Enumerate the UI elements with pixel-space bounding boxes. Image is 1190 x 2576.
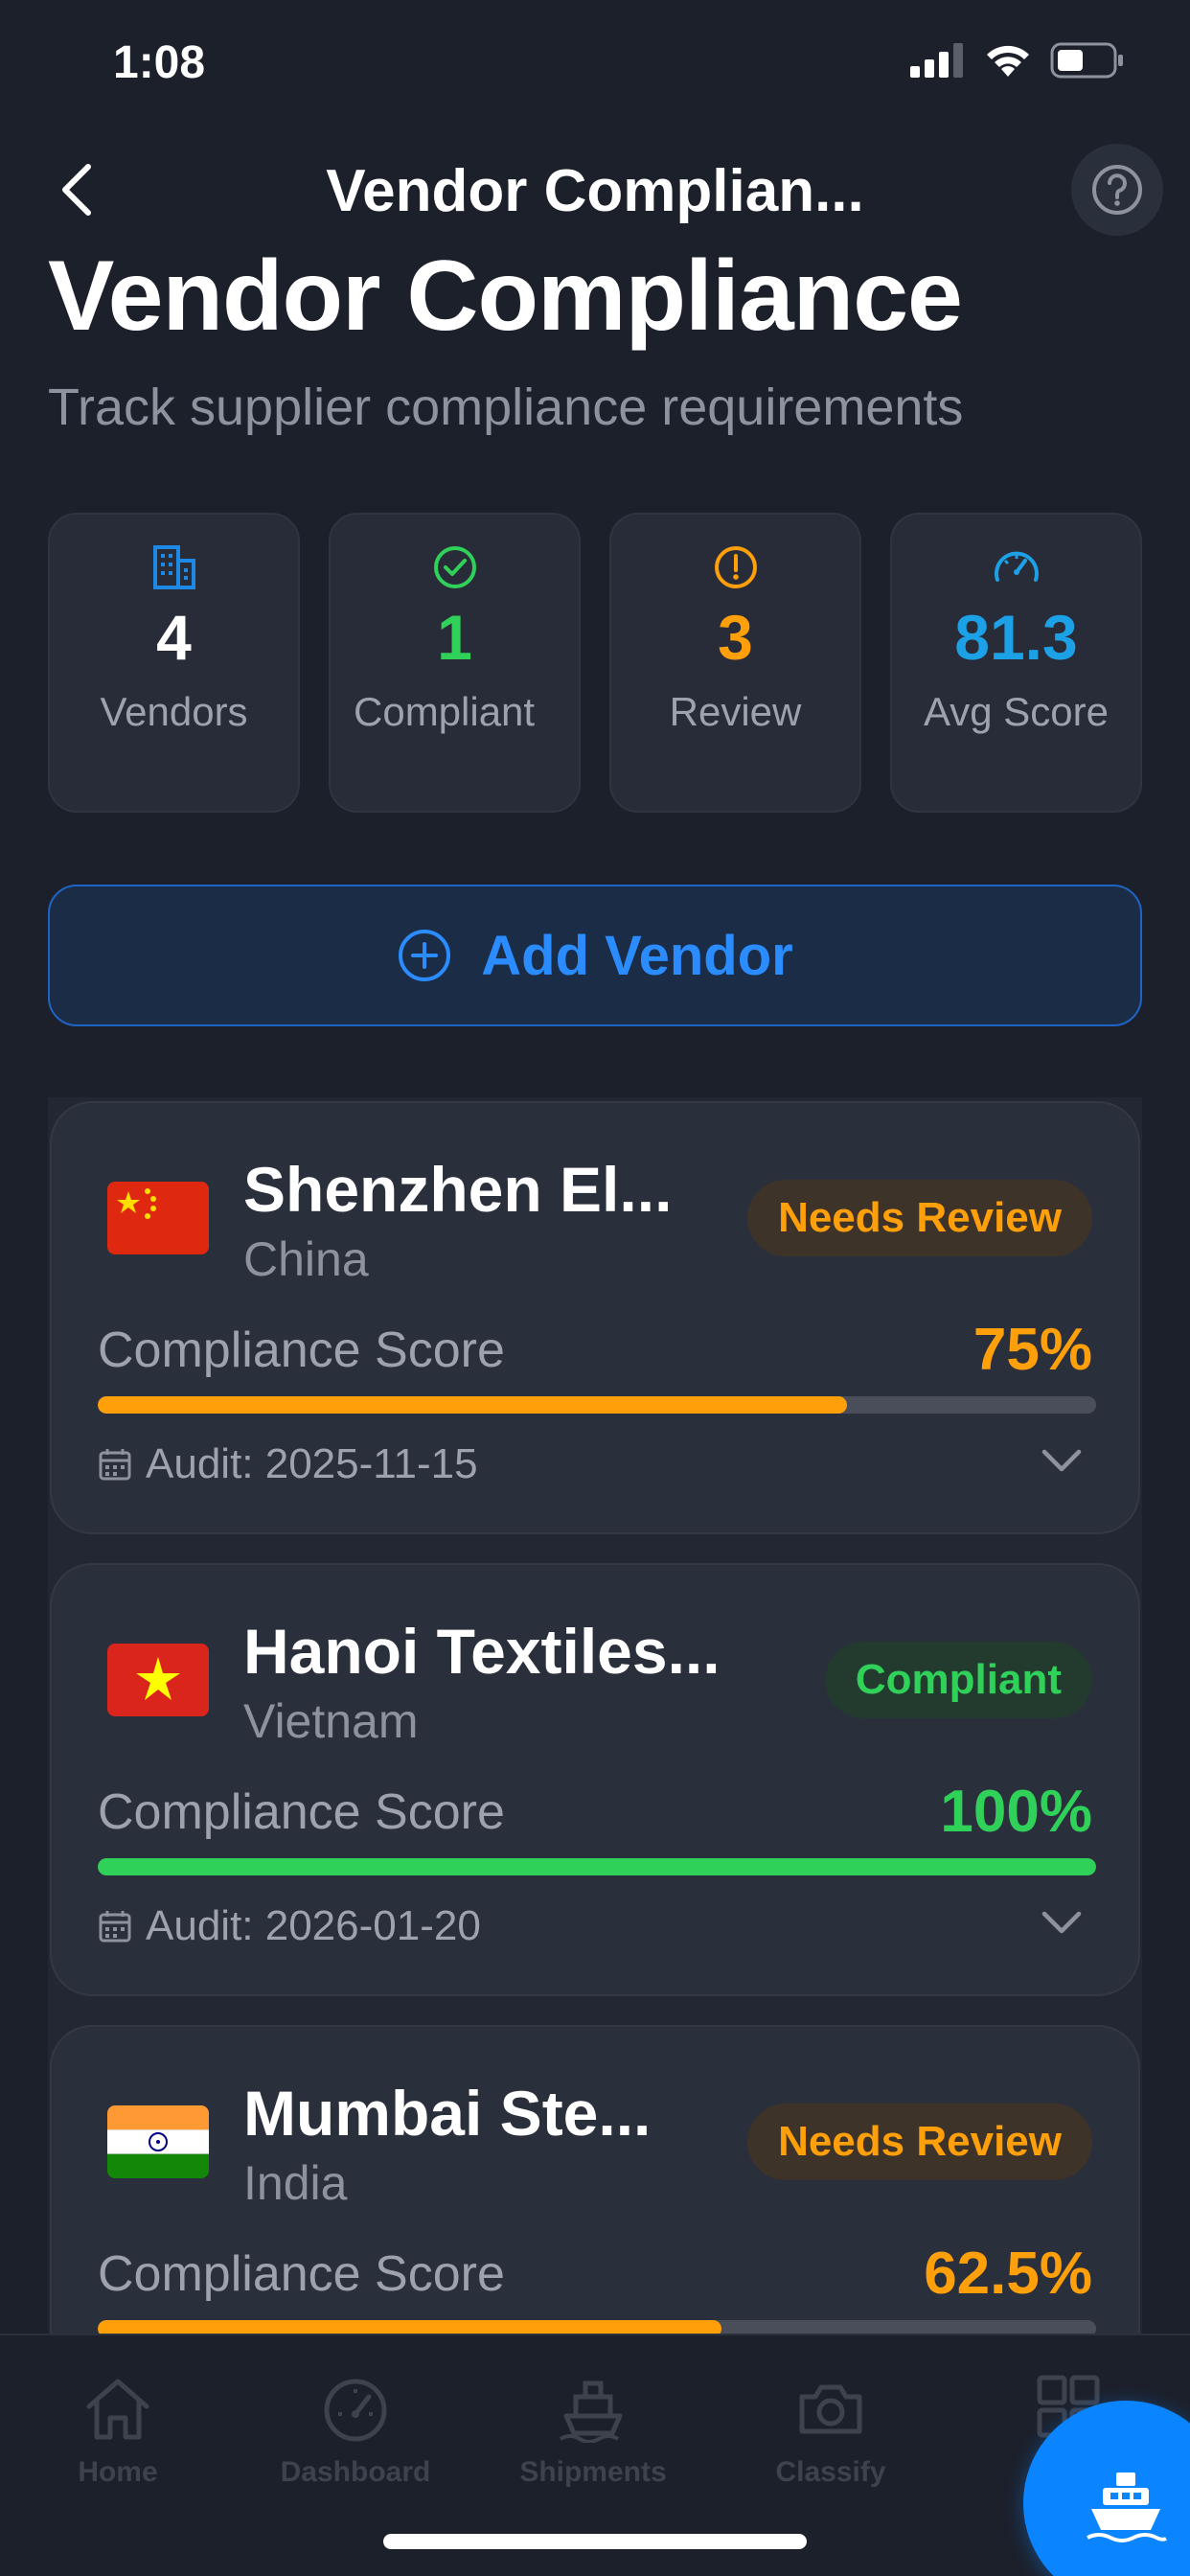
status-bar: 1:08 xyxy=(0,0,1190,134)
score-label: Compliance Score xyxy=(98,2246,505,2302)
help-button[interactable] xyxy=(1071,144,1163,236)
vendor-list: Shenzhen El... China Needs Review Compli… xyxy=(48,1097,1142,2334)
tab-label: Classify xyxy=(775,2456,886,2488)
tab-shipments[interactable]: Shipments xyxy=(497,2374,689,2489)
chevron-left-icon xyxy=(62,164,91,216)
score-value: 62.5% xyxy=(924,2241,1092,2307)
tab-dashboard[interactable]: Dashboard xyxy=(260,2374,451,2489)
gauge-icon xyxy=(994,551,1039,582)
vendor-card[interactable]: Mumbai Ste... India Needs Review Complia… xyxy=(50,2025,1140,2334)
status-badge: Needs Review xyxy=(747,2104,1092,2180)
cellular-signal-icon xyxy=(910,43,963,78)
home-indicator xyxy=(383,2534,807,2549)
score-value: 75% xyxy=(973,1317,1092,1383)
audit-date-text: Audit: 2026-01-20 xyxy=(146,1902,481,1949)
check-circle-icon xyxy=(433,546,476,588)
vietnam-flag-icon xyxy=(107,1644,209,1716)
exclamation-circle-icon xyxy=(714,546,757,588)
add-vendor-button[interactable]: Add Vendor xyxy=(48,885,1142,1026)
stat-value: 81.3 xyxy=(954,602,1078,673)
score-progress-bar xyxy=(98,2320,1096,2334)
score-progress-bar xyxy=(98,1396,1096,1414)
expand-button[interactable] xyxy=(1041,1902,1083,1944)
question-circle-icon xyxy=(1092,165,1142,215)
chevron-down-icon xyxy=(1041,1911,1082,1934)
audit-date: Audit: 2025-11-15 xyxy=(98,1440,478,1488)
vendor-country: China xyxy=(243,1232,369,1286)
vendor-name: Shenzhen El... xyxy=(243,1154,673,1225)
score-progress-fill xyxy=(98,1858,1096,1875)
stat-label: Review xyxy=(669,689,802,734)
status-badge: Compliant xyxy=(824,1642,1092,1718)
stat-label: Compliant xyxy=(354,689,536,734)
vendor-country: Vietnam xyxy=(243,1694,419,1748)
expand-button[interactable] xyxy=(1041,1440,1083,1483)
india-flag-icon xyxy=(107,2105,209,2178)
stat-card-vendors: 4 Vendors xyxy=(48,513,300,813)
stats-row: 4 Vendors 1 Compliant 3 Review 81.3 Avg … xyxy=(48,513,1142,813)
camera-icon xyxy=(799,2384,862,2434)
vendor-card[interactable]: Hanoi Textiles... Vietnam Compliant Comp… xyxy=(50,1563,1140,1996)
screen: 1:08 Vendor Complian... Vendor Complianc… xyxy=(0,0,1190,2576)
vendor-country: India xyxy=(243,2156,348,2210)
ship-icon xyxy=(559,2380,623,2443)
nav-title: Vendor Complian... xyxy=(326,158,864,224)
status-time: 1:08 xyxy=(113,37,206,88)
score-value: 100% xyxy=(940,1779,1092,1845)
status-icons xyxy=(910,42,1125,79)
chevron-down-icon xyxy=(1041,1449,1082,1472)
speedometer-icon xyxy=(324,2379,387,2442)
stat-value: 3 xyxy=(718,602,753,673)
vendor-name: Mumbai Ste... xyxy=(243,2078,652,2149)
vendor-card[interactable]: Shenzhen El... China Needs Review Compli… xyxy=(50,1101,1140,1534)
add-vendor-label: Add Vendor xyxy=(481,924,793,987)
score-progress-fill xyxy=(98,2320,722,2334)
score-progress-fill xyxy=(98,1396,847,1414)
battery-icon xyxy=(1050,42,1123,79)
stat-value: 4 xyxy=(156,602,192,673)
calendar-icon xyxy=(99,1911,131,1943)
tab-label: Home xyxy=(78,2456,158,2488)
ship-icon xyxy=(1087,2472,1167,2542)
plus-circle-icon xyxy=(399,930,451,981)
tab-label: Dashboard xyxy=(280,2456,431,2488)
nav-bar: Vendor Complian... xyxy=(0,134,1190,254)
score-progress-bar xyxy=(98,1858,1096,1875)
score-label: Compliance Score xyxy=(98,1784,505,1840)
stat-value: 1 xyxy=(437,602,472,673)
stat-card-avg-score: 81.3 Avg Score xyxy=(890,513,1142,813)
calendar-icon xyxy=(99,1449,131,1481)
tab-home[interactable]: Home xyxy=(22,2374,214,2489)
audit-date: Audit: 2026-01-20 xyxy=(98,1902,481,1950)
status-badge: Needs Review xyxy=(747,1180,1092,1256)
page-subtitle: Track supplier compliance requirements xyxy=(48,379,964,436)
tab-classify[interactable]: Classify xyxy=(735,2374,927,2489)
stat-label: Vendors xyxy=(100,689,248,734)
stat-card-review: 3 Review xyxy=(609,513,861,813)
building-icon xyxy=(152,545,195,589)
stat-label: Avg Score xyxy=(924,689,1109,734)
page-title: Vendor Compliance xyxy=(48,241,963,352)
china-flag-icon xyxy=(107,1182,209,1254)
vendor-name: Hanoi Textiles... xyxy=(243,1616,721,1687)
stat-card-compliant: 1 Compliant xyxy=(329,513,581,813)
home-icon xyxy=(86,2379,149,2440)
audit-date-text: Audit: 2025-11-15 xyxy=(146,1440,478,1487)
wifi-icon xyxy=(987,45,1029,77)
tab-label: Shipments xyxy=(519,2456,667,2488)
back-button[interactable] xyxy=(46,155,107,224)
score-label: Compliance Score xyxy=(98,1322,505,1378)
